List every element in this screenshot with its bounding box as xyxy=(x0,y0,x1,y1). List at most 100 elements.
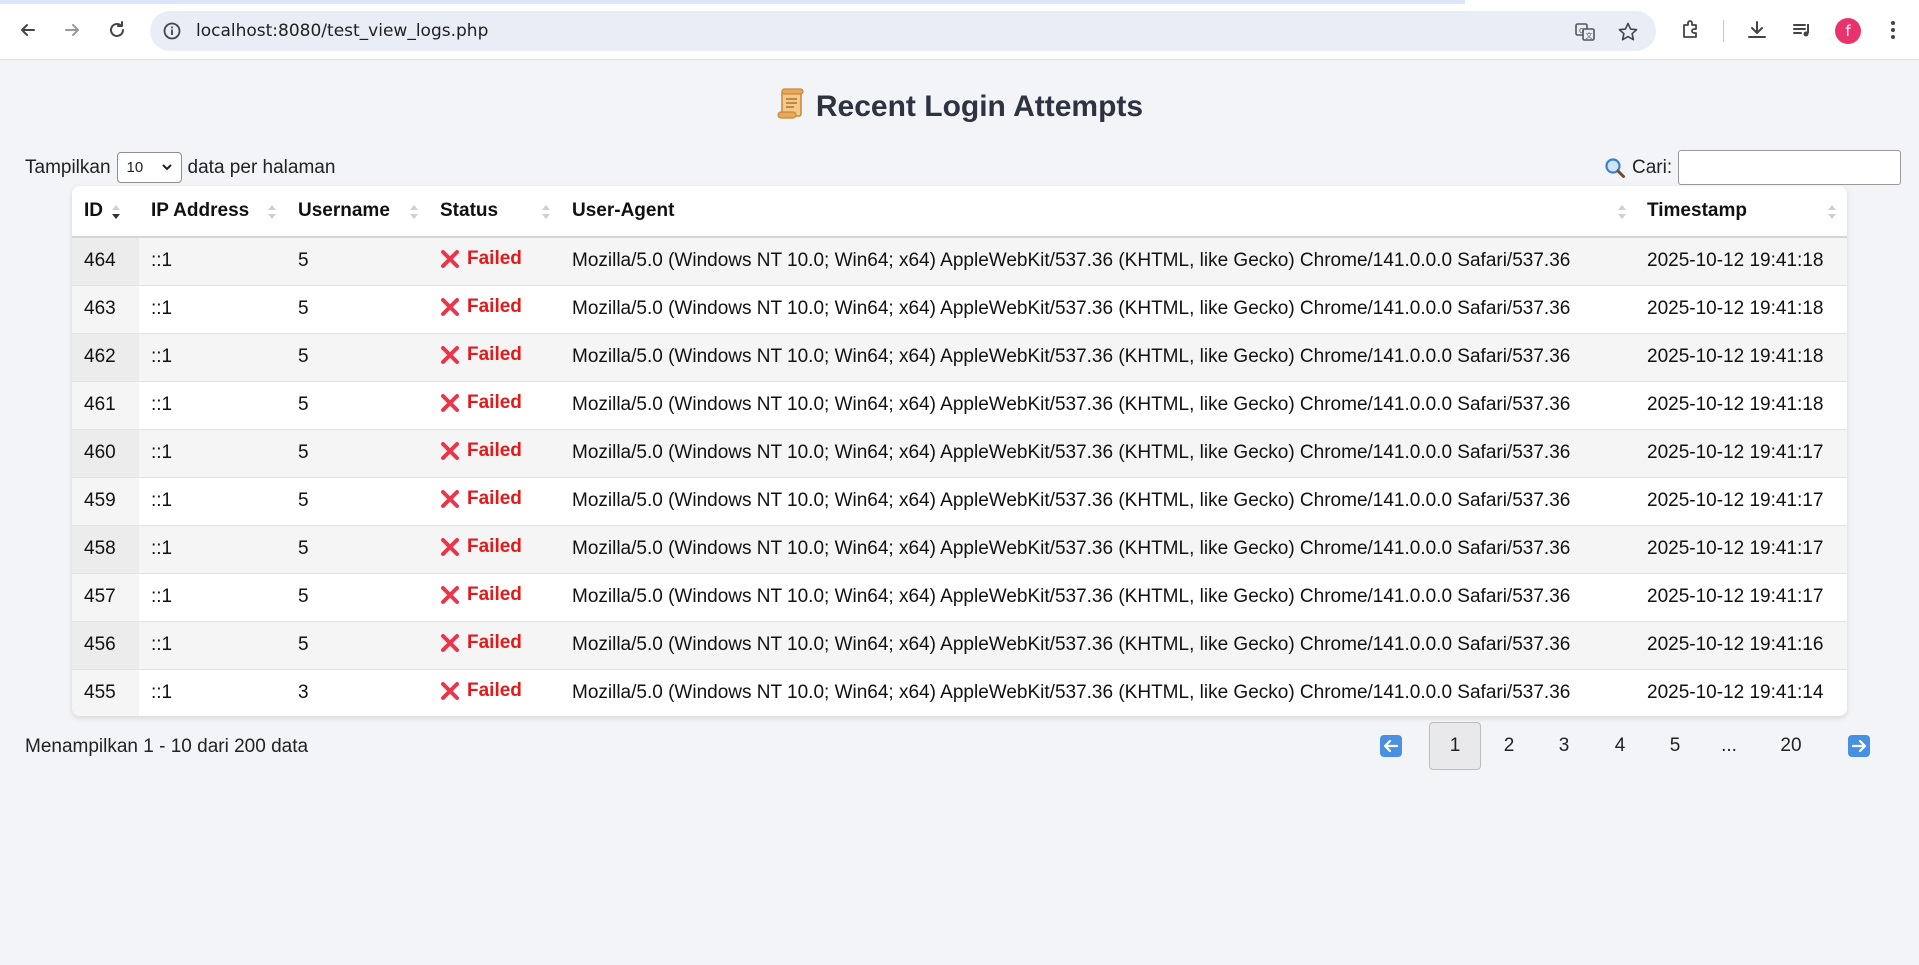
page-content: Recent Login Attempts Tampilkan 10 data … xyxy=(0,60,1919,965)
page-button-1[interactable]: 1 xyxy=(1429,722,1481,770)
site-info-icon[interactable] xyxy=(162,21,182,41)
status-badge: Failed xyxy=(440,248,522,270)
reload-icon xyxy=(110,21,124,37)
cross-mark-icon xyxy=(441,489,459,508)
cell-status: Failed xyxy=(428,621,560,670)
status-badge: Failed xyxy=(440,392,522,414)
back-button[interactable] xyxy=(12,14,44,46)
cell-status: Failed xyxy=(428,525,560,574)
sort-both-icon xyxy=(1828,205,1836,219)
column-header-ip[interactable]: IP Address xyxy=(139,186,286,238)
forward-arrow-icon xyxy=(65,24,79,36)
cell-username: 5 xyxy=(286,477,428,526)
column-header-user-agent[interactable]: User-Agent xyxy=(560,186,1635,238)
chevron-down-icon xyxy=(161,164,172,171)
page-button-5[interactable]: 5 xyxy=(1649,722,1701,770)
browser-toolbar: localhost:8080/test_view_logs.php G文 f xyxy=(0,0,1919,60)
status-text: Failed xyxy=(467,583,522,605)
page-button-20[interactable]: 20 xyxy=(1765,722,1817,770)
status-text: Failed xyxy=(467,295,522,317)
cell-id: 456 xyxy=(72,621,139,670)
cell-status: Failed xyxy=(428,333,560,382)
cell-username: 5 xyxy=(286,573,428,622)
cell-username: 5 xyxy=(286,621,428,670)
table-row: 459::1 5 Failed Mozilla/5.0 (Windows NT 10.… xyxy=(72,477,1847,526)
cell-username: 3 xyxy=(298,682,309,704)
status-text: Failed xyxy=(467,439,522,461)
status-text: Failed xyxy=(467,343,522,365)
cell-ip: ::1 xyxy=(139,285,286,334)
cell-ip: ::1 xyxy=(139,237,286,286)
cell-id: 464 xyxy=(72,237,139,286)
cell-user-agent: Mozilla/5.0 (Windows NT 10.0; Win64; x64… xyxy=(560,477,1635,526)
more-vertical-icon xyxy=(1891,21,1895,39)
cross-mark-icon xyxy=(441,297,459,316)
cell-timestamp: 2025-10-12 19:41:16 xyxy=(1635,621,1847,670)
next-page-button[interactable] xyxy=(1848,735,1870,757)
page-button-2[interactable]: 2 xyxy=(1483,722,1535,770)
page-button-4[interactable]: 4 xyxy=(1594,722,1646,770)
cell-ip: ::1 xyxy=(139,333,286,382)
media-button[interactable] xyxy=(1789,17,1815,43)
status-badge: Failed xyxy=(440,536,522,558)
status-badge: Failed xyxy=(440,584,522,606)
logs-table-card: ID IP Address Username Status User-Agent… xyxy=(72,186,1847,716)
status-text: Failed xyxy=(467,679,522,701)
cell-id: 457 xyxy=(72,573,139,622)
puzzle-icon xyxy=(1683,20,1697,38)
cell-timestamp: 2025-10-12 19:41:18 xyxy=(1635,285,1847,334)
cell-user-agent: Mozilla/5.0 (Windows NT 10.0; Win64; x64… xyxy=(560,429,1635,478)
cell-id: 455 xyxy=(72,669,139,716)
cross-mark-icon xyxy=(441,585,459,604)
browser-menu-button[interactable] xyxy=(1880,17,1906,43)
cell-timestamp: 2025-10-12 19:41:17 xyxy=(1635,525,1847,574)
cell-username: 5 xyxy=(286,237,428,286)
cell-timestamp: 2025-10-12 19:41:17 xyxy=(1635,477,1847,526)
table-body: 464::1 5 Failed Mozilla/5.0 (Windows NT 10.… xyxy=(72,237,1847,716)
cell-status: Failed xyxy=(428,381,560,430)
status-badge: Failed xyxy=(440,680,522,702)
status-badge: Failed xyxy=(440,296,522,318)
forward-button[interactable] xyxy=(56,14,88,46)
cell-status: Failed xyxy=(428,477,560,526)
column-header-status[interactable]: Status xyxy=(428,186,560,238)
search-control: Cari: xyxy=(1604,150,1902,185)
svg-text:文: 文 xyxy=(1586,31,1593,40)
column-header-id[interactable]: ID xyxy=(72,186,139,238)
cell-user-agent: Mozilla/5.0 (Windows NT 10.0; Win64; x64… xyxy=(560,333,1635,382)
reload-button[interactable] xyxy=(101,14,133,46)
cell-ip: ::1 xyxy=(151,682,173,704)
cell-user-agent: Mozilla/5.0 (Windows NT 10.0; Win64; x64… xyxy=(560,573,1635,622)
url-text: localhost:8080/test_view_logs.php xyxy=(196,21,489,41)
cell-id: 460 xyxy=(72,429,139,478)
column-header-username[interactable]: Username xyxy=(286,186,428,238)
cell-username: 5 xyxy=(286,525,428,574)
page-title: Recent Login Attempts xyxy=(0,88,1919,124)
page-button-3[interactable]: 3 xyxy=(1538,722,1590,770)
column-header-timestamp[interactable]: Timestamp xyxy=(1635,186,1847,238)
extensions-button[interactable] xyxy=(1678,17,1704,43)
profile-avatar[interactable]: f xyxy=(1835,18,1861,44)
svg-text:G: G xyxy=(1579,27,1584,35)
prev-page-button[interactable] xyxy=(1380,735,1402,757)
status-badge: Failed xyxy=(440,632,522,654)
status-text: Failed xyxy=(467,487,522,509)
table-row: 463::1 5 Failed Mozilla/5.0 (Windows NT 10.… xyxy=(72,285,1847,334)
cell-ip: ::1 xyxy=(139,573,286,622)
toolbar-separator xyxy=(1723,20,1724,42)
translate-icon[interactable]: G文 xyxy=(1574,21,1596,43)
table-row: 457::1 5 Failed Mozilla/5.0 (Windows NT 10.… xyxy=(72,573,1847,622)
bookmark-star-icon[interactable] xyxy=(1617,21,1639,43)
address-bar[interactable]: localhost:8080/test_view_logs.php G文 xyxy=(150,11,1656,51)
page-length-suffix: data per halaman xyxy=(187,156,336,178)
cell-user-agent: Mozilla/5.0 (Windows NT 10.0; Win64; x64… xyxy=(560,621,1635,670)
downloads-button[interactable] xyxy=(1744,17,1770,43)
left-arrow-icon xyxy=(1383,739,1399,753)
search-input[interactable] xyxy=(1678,150,1902,185)
cell-timestamp: 2025-10-12 19:41:18 xyxy=(1635,237,1847,286)
cell-timestamp: 2025-10-12 19:41:17 xyxy=(1635,429,1847,478)
cell-status: Failed xyxy=(428,573,560,622)
playlist-icon xyxy=(1793,24,1809,37)
page-length-select[interactable]: 10 xyxy=(116,152,182,183)
table-row: 461::1 5 Failed Mozilla/5.0 (Windows NT 10.… xyxy=(72,381,1847,430)
